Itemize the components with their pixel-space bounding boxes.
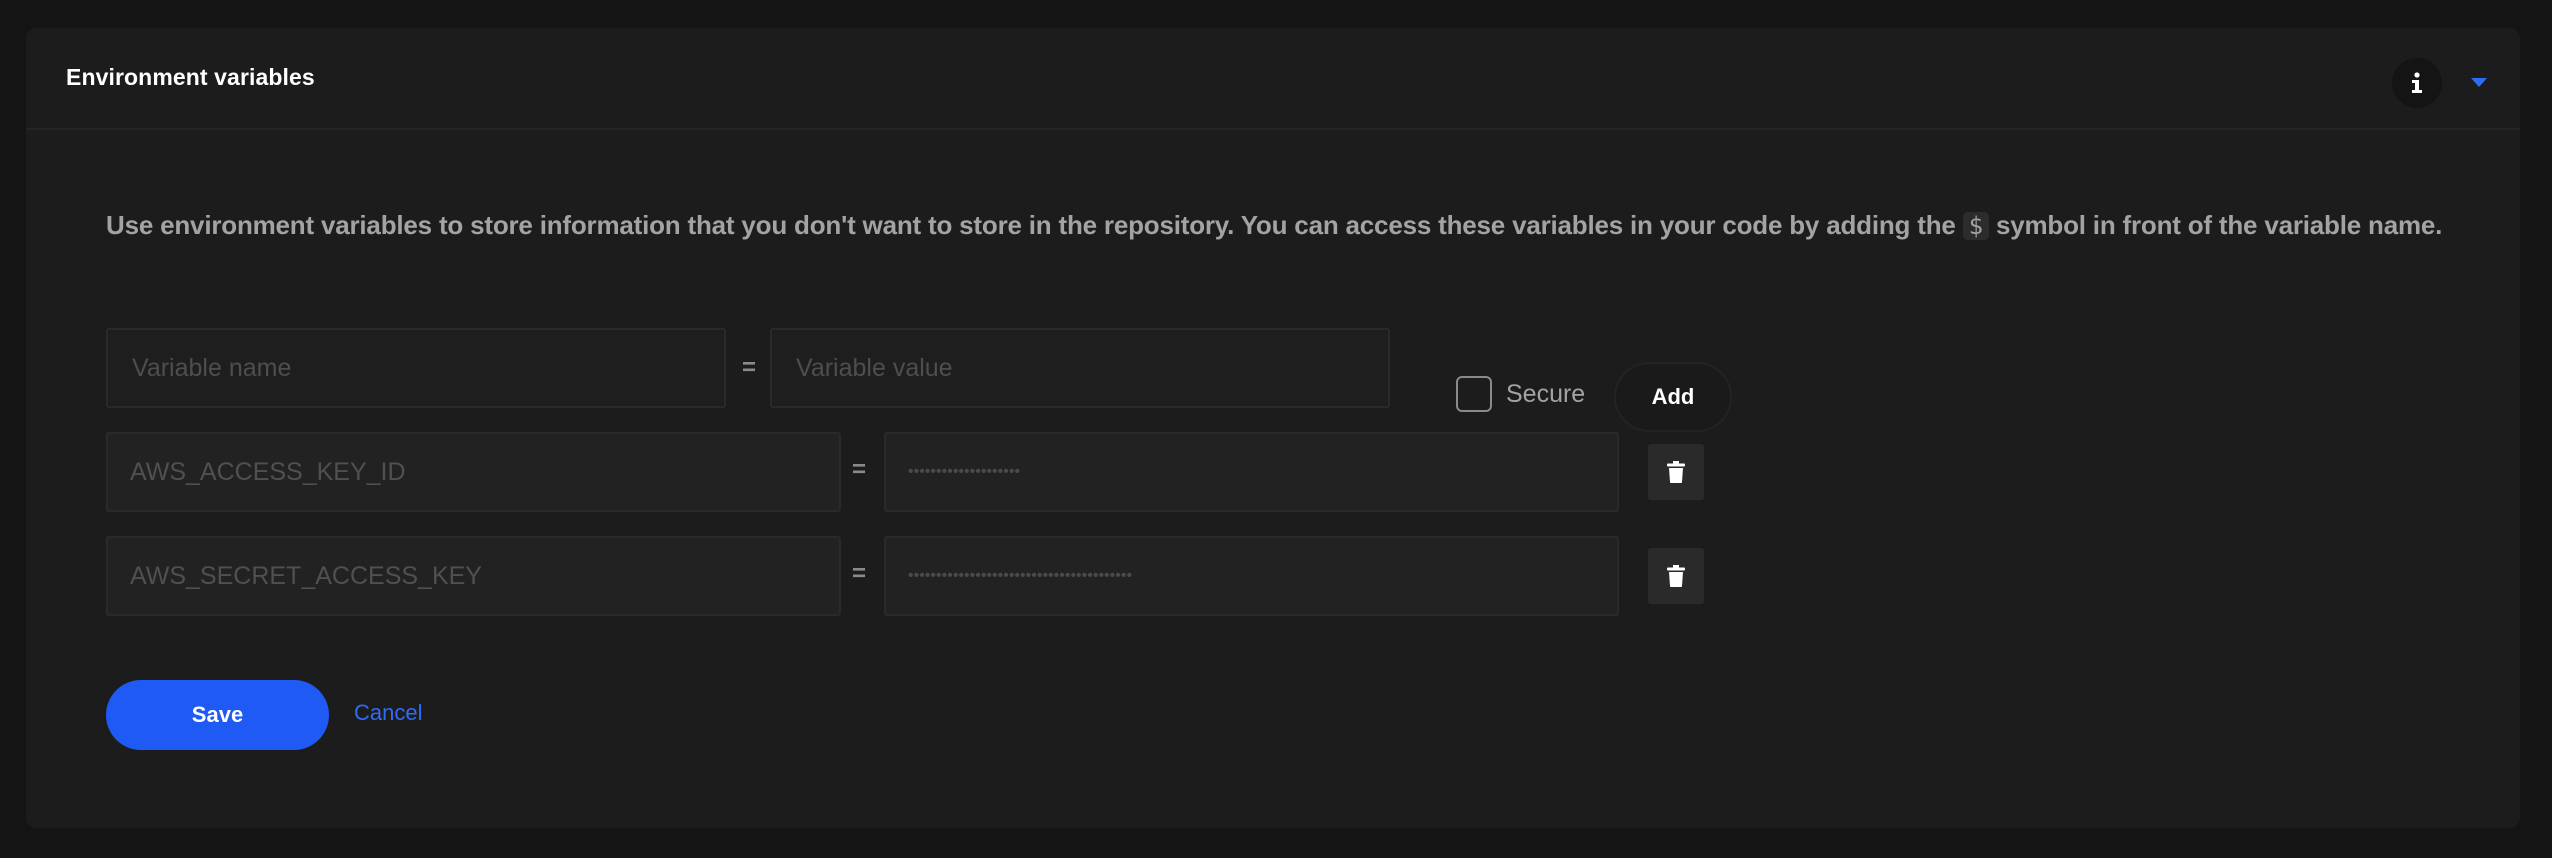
description-before: Use environment variables to store infor… bbox=[106, 210, 1963, 240]
equals-sign: = bbox=[852, 560, 867, 587]
variable-value-input[interactable] bbox=[794, 352, 1366, 384]
delete-variable-button[interactable] bbox=[1648, 548, 1704, 604]
variable-value-field[interactable] bbox=[770, 328, 1390, 408]
masked-value: •••••••••••••••••••••••••••••••••••••••• bbox=[908, 567, 1133, 584]
save-button[interactable]: Save bbox=[106, 680, 329, 750]
environment-variables-panel: Environment variables Use environment va… bbox=[26, 28, 2520, 828]
caret-down-icon bbox=[2471, 78, 2487, 87]
variable-value-display: •••••••••••••••••••• bbox=[884, 432, 1619, 512]
cancel-link[interactable]: Cancel bbox=[354, 700, 422, 726]
dollar-token: $ bbox=[1962, 212, 1989, 240]
variable-name-text: AWS_ACCESS_KEY_ID bbox=[130, 457, 406, 486]
masked-value: •••••••••••••••••••• bbox=[908, 463, 1021, 480]
add-variable-button[interactable]: Add bbox=[1614, 362, 1732, 432]
trash-icon bbox=[1667, 565, 1685, 587]
variable-name-field[interactable] bbox=[106, 328, 726, 408]
secure-checkbox[interactable] bbox=[1456, 376, 1492, 412]
panel-title: Environment variables bbox=[66, 64, 315, 90]
panel-header: Environment variables bbox=[26, 28, 2520, 130]
equals-sign: = bbox=[852, 456, 867, 483]
description-text: Use environment variables to store infor… bbox=[106, 210, 2506, 241]
description-after: symbol in front of the variable name. bbox=[1988, 210, 2443, 240]
info-button[interactable] bbox=[2392, 58, 2442, 108]
variable-name-display: AWS_ACCESS_KEY_ID bbox=[106, 432, 841, 512]
trash-icon bbox=[1667, 461, 1685, 483]
variable-name-text: AWS_SECRET_ACCESS_KEY bbox=[130, 561, 482, 590]
secure-label: Secure bbox=[1506, 379, 1586, 408]
variable-value-display: •••••••••••••••••••••••••••••••••••••••• bbox=[884, 536, 1619, 616]
collapse-toggle[interactable] bbox=[2462, 66, 2496, 100]
equals-sign: = bbox=[742, 354, 757, 381]
variable-name-display: AWS_SECRET_ACCESS_KEY bbox=[106, 536, 841, 616]
delete-variable-button[interactable] bbox=[1648, 444, 1704, 500]
secure-checkbox-wrapper[interactable]: Secure bbox=[1456, 376, 1585, 412]
info-icon bbox=[2412, 72, 2422, 93]
variable-name-input[interactable] bbox=[130, 352, 702, 384]
